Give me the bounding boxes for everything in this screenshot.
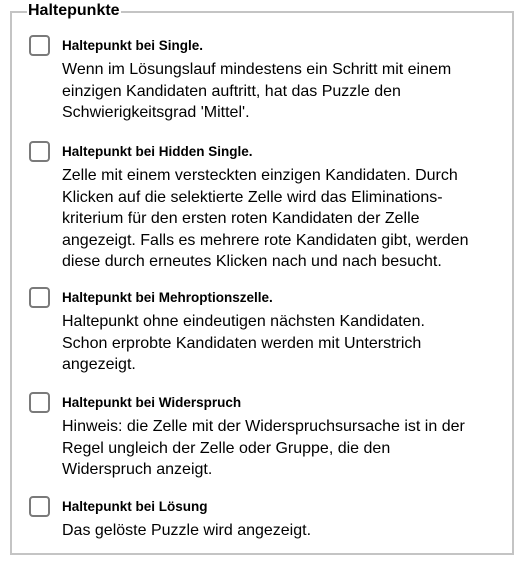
contradiction-description: Hinweis: die Zelle mit der Widerspruchsu… xyxy=(62,418,465,478)
single-description: Wenn im Lösungslauf mindestens ein Schri… xyxy=(62,61,452,121)
hidden-single-description: Zelle mit einem versteckten einzigen Kan… xyxy=(62,167,469,270)
multi-option-cell-checkbox[interactable] xyxy=(29,287,50,308)
breakpoints-legend: Haltepunkte xyxy=(27,0,121,22)
contradiction-checkbox[interactable] xyxy=(29,392,50,413)
multi-option-cell-description: Haltepunkt ohne eindeutigen nächsten Kan… xyxy=(62,313,425,373)
hidden-single-checkbox[interactable] xyxy=(29,141,50,162)
hidden-single-title[interactable]: Haltepunkt bei Hidden Single. xyxy=(62,143,253,161)
single-title[interactable]: Haltepunkt bei Single. xyxy=(62,37,203,55)
solution-title[interactable]: Haltepunkt bei Lösung xyxy=(62,498,208,516)
solution-description: Das gelöste Puzzle wird angezeigt. xyxy=(62,522,312,539)
contradiction-title[interactable]: Haltepunkt bei Widerspruch xyxy=(62,394,241,412)
solution-checkbox[interactable] xyxy=(29,496,50,517)
multi-option-cell-title[interactable]: Haltepunkt bei Mehroptionszelle. xyxy=(62,289,273,307)
single-checkbox[interactable] xyxy=(29,35,50,56)
